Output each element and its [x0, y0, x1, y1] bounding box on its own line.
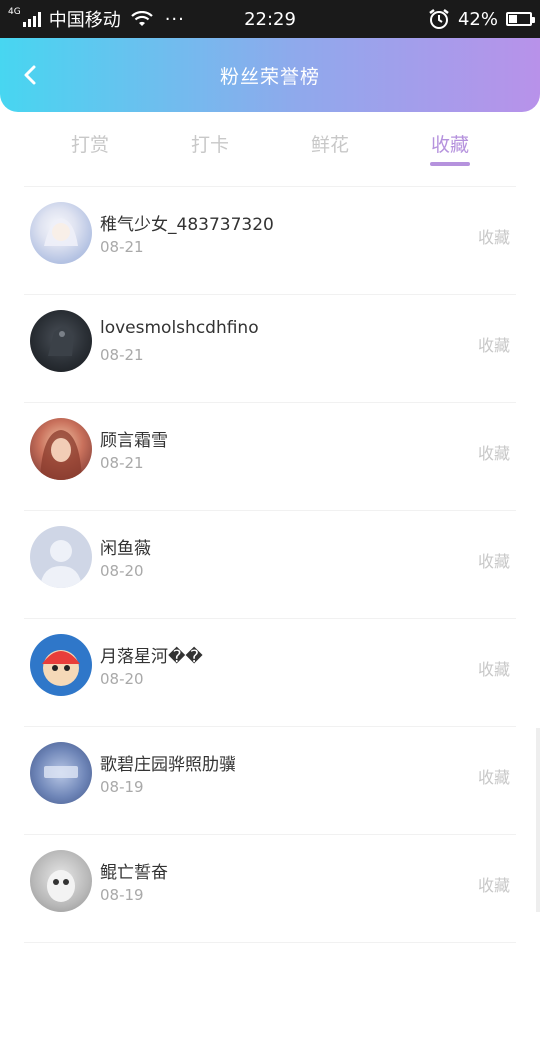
list-item[interactable]: 顾言霜雪 08-21 收藏: [0, 402, 540, 510]
list-item[interactable]: lovesmolshcdhfino 08-21 收藏: [0, 294, 540, 402]
carrier-name: 中国移动: [48, 10, 121, 31]
user-name: 歌碧庄园骅照肋骥: [100, 755, 236, 775]
item-type: 收藏: [477, 552, 510, 571]
item-type: 收藏: [477, 444, 510, 463]
user-name: 月落星河��: [100, 647, 203, 667]
header-bar: 粉丝荣誉榜: [0, 38, 540, 112]
item-type: 收藏: [477, 660, 510, 679]
battery-fill: [509, 15, 518, 23]
chevron-left-icon: [24, 65, 36, 85]
list-item[interactable]: 闲鱼薇 08-20 收藏: [0, 510, 540, 618]
divider: [24, 942, 516, 943]
item-date: 08-19: [100, 778, 144, 796]
divider: [24, 726, 516, 727]
divider: [24, 834, 516, 835]
item-date: 08-21: [100, 238, 144, 256]
more-dots: ···: [164, 8, 185, 30]
battery-icon: [506, 12, 535, 26]
tab-checkin[interactable]: 打卡: [170, 130, 250, 157]
list-item[interactable]: 鲲亡誓奋 08-19 收藏: [0, 834, 540, 942]
user-name: 稚气少女_483737320: [100, 215, 274, 235]
list-item[interactable]: 稚气少女_483737320 08-21 收藏: [0, 186, 540, 294]
list-item-partial[interactable]: [0, 942, 540, 1050]
item-date: 08-19: [100, 886, 144, 904]
avatar[interactable]: [30, 418, 92, 480]
user-name: 鲲亡誓奋: [100, 863, 168, 883]
avatar[interactable]: [30, 850, 92, 912]
tab-flowers[interactable]: 鲜花: [290, 130, 370, 157]
divider: [24, 402, 516, 403]
list-item[interactable]: 歌碧庄园骅照肋骥 08-19 收藏: [0, 726, 540, 834]
tab-favorites[interactable]: 收藏: [410, 130, 490, 166]
tab-bar: 打赏 打卡 鲜花 收藏: [0, 112, 540, 176]
item-type: 收藏: [477, 876, 510, 895]
status-bar: 4G 中国移动 ··· 22:29 42%: [0, 0, 540, 38]
list-item[interactable]: 月落星河�� 08-20 收藏: [0, 618, 540, 726]
wifi-icon: [130, 11, 153, 26]
divider: [24, 618, 516, 619]
divider: [24, 186, 516, 187]
tab-reward[interactable]: 打赏: [50, 130, 130, 157]
user-name: 闲鱼薇: [100, 539, 151, 559]
avatar[interactable]: [30, 202, 92, 264]
avatar[interactable]: [30, 310, 92, 372]
user-name: lovesmolshcdhfino: [100, 318, 259, 338]
divider: [24, 510, 516, 511]
tab-favorites-label: 收藏: [430, 134, 469, 156]
avatar[interactable]: [30, 526, 92, 588]
back-button[interactable]: [14, 58, 46, 92]
item-type: 收藏: [477, 228, 510, 247]
item-type: 收藏: [477, 336, 510, 355]
signal-icon: [22, 11, 41, 27]
avatar[interactable]: [30, 634, 92, 696]
item-date: 08-21: [100, 346, 144, 364]
item-date: 08-21: [100, 454, 144, 472]
divider: [24, 294, 516, 295]
item-date: 08-20: [100, 670, 144, 688]
active-tab-underline: [430, 162, 470, 166]
fan-list: 稚气少女_483737320 08-21 收藏 lovesmolshcdhfin…: [0, 186, 540, 1050]
scrollbar[interactable]: [536, 728, 540, 912]
network-type: 4G: [8, 6, 21, 17]
item-type: 收藏: [477, 768, 510, 787]
alarm-icon: [429, 9, 449, 29]
battery-percent: 42%: [457, 8, 498, 30]
user-name: 顾言霜雪: [100, 431, 168, 451]
avatar[interactable]: [30, 742, 92, 804]
page-title: 粉丝荣誉榜: [219, 65, 320, 88]
item-date: 08-20: [100, 562, 144, 580]
